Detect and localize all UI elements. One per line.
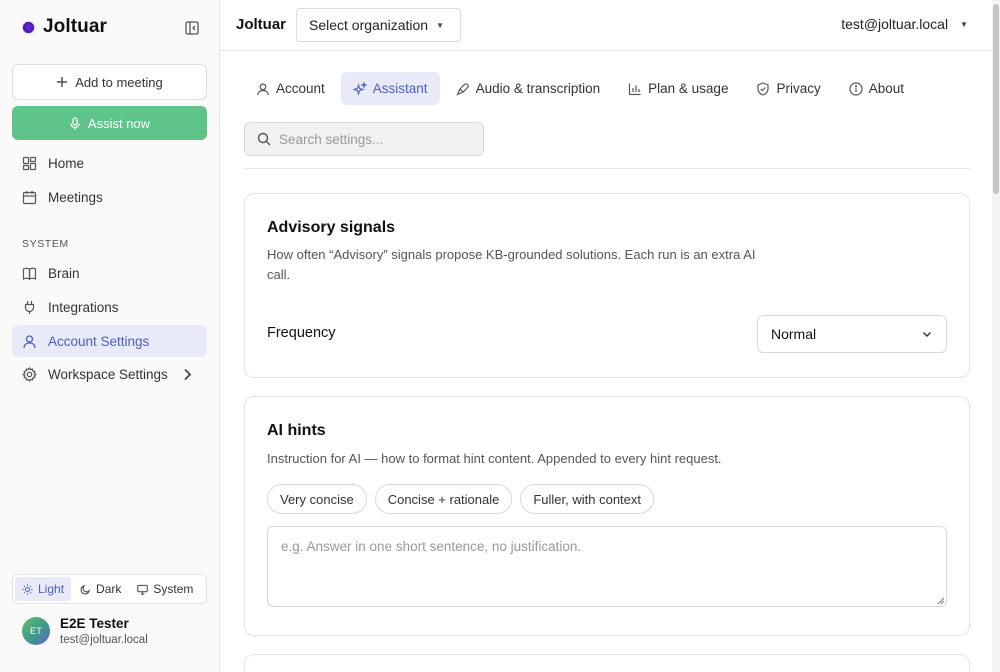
tab-audio-transcription[interactable]: Audio & transcription bbox=[444, 72, 613, 105]
advisory-signals-card: Advisory signals How often “Advisory” si… bbox=[244, 193, 970, 378]
plus-icon bbox=[57, 77, 68, 87]
organization-select[interactable]: Select organization ▼ bbox=[296, 8, 461, 42]
organization-select-label: Select organization bbox=[309, 17, 429, 33]
sidebar-item-meetings[interactable]: Meetings bbox=[12, 181, 207, 213]
sidebar-collapse-icon[interactable] bbox=[185, 21, 199, 35]
tab-privacy[interactable]: Privacy bbox=[744, 72, 832, 105]
add-to-meeting-button[interactable]: Add to meeting bbox=[12, 64, 207, 100]
scrollbar[interactable] bbox=[992, 0, 1000, 672]
sidebar-item-label: Account Settings bbox=[48, 333, 150, 349]
grid-icon bbox=[22, 156, 37, 170]
brand-name: Joltuar bbox=[43, 16, 108, 37]
sidebar-item-label: Brain bbox=[48, 265, 80, 281]
user-menu-email: test@joltuar.local bbox=[841, 16, 949, 32]
theme-light-option[interactable]: Light bbox=[15, 577, 72, 601]
tab-account[interactable]: Account bbox=[244, 72, 337, 105]
sidebar-item-integrations[interactable]: Integrations bbox=[12, 291, 207, 323]
assist-now-button[interactable]: Assist now bbox=[12, 106, 207, 140]
theme-system-option[interactable]: System bbox=[130, 577, 200, 601]
theme-dark-label: Dark bbox=[96, 582, 122, 596]
user-email: test@joltuar.local bbox=[60, 634, 148, 646]
theme-dark-option[interactable]: Dark bbox=[73, 577, 128, 601]
topbar: Joltuar Select organization ▼ test@joltu… bbox=[220, 0, 992, 51]
section-label-system: SYSTEM bbox=[22, 238, 69, 250]
book-icon bbox=[22, 267, 37, 280]
frequency-select-value: Normal bbox=[771, 326, 817, 342]
scrollbar-thumb[interactable] bbox=[993, 4, 999, 194]
hint-presets: Very concise Concise + rationale Fuller,… bbox=[267, 484, 655, 514]
info-icon bbox=[849, 81, 863, 96]
user-name: E2E Tester bbox=[60, 616, 129, 631]
user-icon bbox=[23, 334, 36, 348]
chip-fuller-with-context[interactable]: Fuller, with context bbox=[520, 484, 655, 514]
sidebar-item-label: Home bbox=[48, 155, 85, 171]
tab-assistant[interactable]: Assistant bbox=[340, 72, 440, 105]
tab-label: Privacy bbox=[776, 81, 821, 96]
tab-label: Assistant bbox=[372, 81, 428, 96]
sidebar-item-workspace-settings[interactable]: Workspace Settings bbox=[12, 358, 207, 390]
shield-check-icon bbox=[757, 81, 770, 96]
gear-icon bbox=[22, 366, 37, 382]
sidebar-item-brain[interactable]: Brain bbox=[12, 257, 207, 289]
card-title: AI hints bbox=[267, 422, 326, 439]
card-title: Advisory signals bbox=[267, 219, 396, 236]
brand[interactable]: Joltuar bbox=[22, 16, 107, 38]
hint-instruction-textarea[interactable] bbox=[267, 526, 947, 607]
caret-down-icon: ▼ bbox=[436, 20, 444, 30]
sparkles-icon bbox=[352, 81, 367, 96]
resize-handle-icon[interactable] bbox=[937, 597, 945, 605]
tab-label: Plan & usage bbox=[648, 81, 729, 96]
chip-concise-rationale[interactable]: Concise + rationale bbox=[374, 484, 513, 514]
sun-icon bbox=[22, 583, 33, 595]
divider bbox=[244, 168, 970, 169]
chip-very-concise[interactable]: Very concise bbox=[267, 484, 367, 514]
sidebar: Joltuar Add to meeting Assist now Home M… bbox=[0, 0, 220, 672]
assist-now-label: Assist now bbox=[87, 115, 151, 131]
chevron-right-icon bbox=[184, 368, 192, 381]
theme-switch: Light Dark System bbox=[12, 574, 207, 604]
theme-light-label: Light bbox=[38, 582, 65, 596]
add-to-meeting-label: Add to meeting bbox=[75, 74, 163, 90]
user-menu[interactable]: test@joltuar.local ▼ bbox=[841, 16, 968, 32]
microphone-icon bbox=[455, 82, 469, 96]
theme-system-label: System bbox=[153, 582, 194, 596]
tab-label: About bbox=[868, 81, 904, 96]
brand-logo-icon bbox=[22, 20, 35, 34]
sidebar-item-label: Integrations bbox=[48, 299, 119, 315]
settings-search bbox=[244, 122, 484, 156]
settings-tabs: Account Assistant Audio & transcription … bbox=[244, 72, 916, 105]
next-settings-card bbox=[244, 654, 970, 672]
tab-label: Audio & transcription bbox=[475, 81, 601, 96]
card-description: Instruction for AI — how to format hint … bbox=[267, 451, 722, 466]
sidebar-item-label: Meetings bbox=[48, 189, 103, 205]
sidebar-item-home[interactable]: Home bbox=[12, 147, 207, 179]
plug-icon bbox=[24, 300, 35, 314]
avatar: ET bbox=[22, 617, 50, 645]
bar-chart-icon bbox=[629, 83, 641, 95]
chevron-down-icon bbox=[923, 332, 931, 337]
search-input[interactable] bbox=[279, 131, 469, 147]
sidebar-item-account-settings[interactable]: Account Settings bbox=[12, 325, 207, 357]
calendar-icon bbox=[22, 190, 37, 204]
tab-plan-usage[interactable]: Plan & usage bbox=[616, 72, 740, 105]
user-profile[interactable]: ET E2E Tester test@joltuar.local bbox=[22, 616, 148, 646]
ai-hints-card: AI hints Instruction for AI — how to for… bbox=[244, 396, 970, 636]
frequency-label: Frequency bbox=[267, 325, 336, 341]
frequency-select[interactable]: Normal bbox=[757, 315, 947, 353]
search-icon bbox=[257, 132, 271, 146]
sidebar-item-label: Workspace Settings bbox=[48, 366, 168, 382]
user-icon bbox=[257, 82, 269, 95]
microphone-icon bbox=[70, 116, 80, 129]
moon-icon bbox=[80, 584, 91, 594]
tab-about[interactable]: About bbox=[837, 72, 916, 105]
monitor-icon bbox=[137, 584, 149, 595]
caret-down-icon: ▼ bbox=[960, 19, 968, 29]
tab-label: Account bbox=[276, 81, 325, 96]
topbar-brand: Joltuar bbox=[236, 16, 287, 33]
card-description: How often “Advisory” signals propose KB-… bbox=[267, 247, 756, 282]
